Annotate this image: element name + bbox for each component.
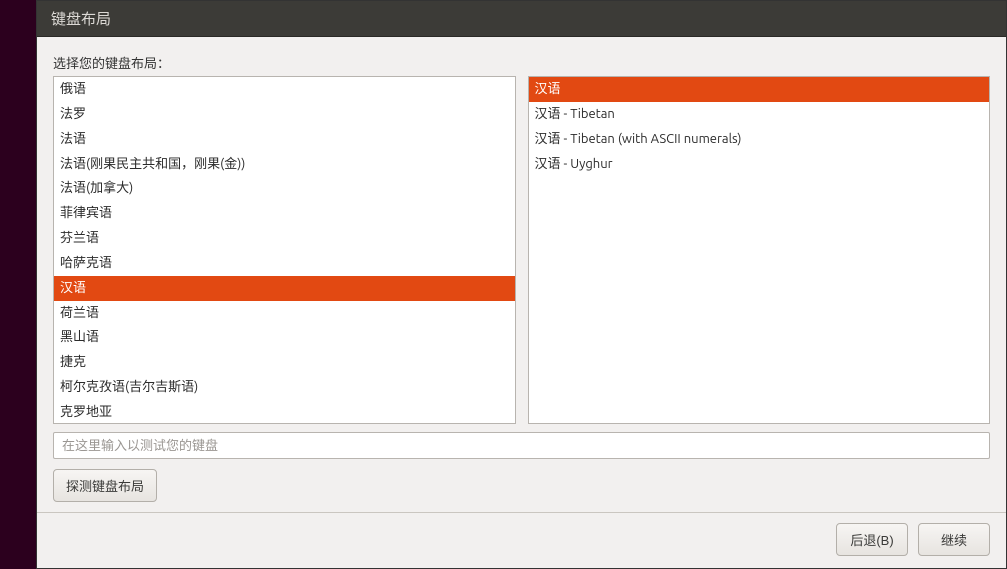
layout-item[interactable]: 荷兰语 [54, 301, 515, 326]
layout-item[interactable]: 克罗地亚 [54, 400, 515, 424]
variant-item[interactable]: 汉语 - Tibetan (with ASCII numerals) [529, 127, 990, 152]
continue-button[interactable]: 继续 [918, 523, 990, 556]
detect-layout-button[interactable]: 探测键盘布局 [53, 469, 157, 502]
layout-item[interactable]: 黑山语 [54, 325, 515, 350]
keyboard-test-input[interactable] [53, 432, 990, 459]
variant-item[interactable]: 汉语 [529, 77, 990, 102]
window-title: 键盘布局 [37, 1, 1006, 37]
layout-item[interactable]: 法罗 [54, 102, 515, 127]
variant-item[interactable]: 汉语 - Tibetan [529, 102, 990, 127]
layout-item[interactable]: 法语(加拿大) [54, 176, 515, 201]
installer-window: 键盘布局 选择您的键盘布局： 俄语法罗法语法语(刚果民主共和国，刚果(金))法语… [36, 0, 1007, 569]
layout-item[interactable]: 法语 [54, 127, 515, 152]
layout-item[interactable]: 法语(刚果民主共和国，刚果(金)) [54, 152, 515, 177]
layout-item[interactable]: 俄语 [54, 77, 515, 102]
layout-item[interactable]: 哈萨克语 [54, 251, 515, 276]
layout-item[interactable]: 捷克 [54, 350, 515, 375]
layout-item[interactable]: 芬兰语 [54, 226, 515, 251]
test-row [53, 432, 990, 459]
prompt-label: 选择您的键盘布局： [53, 53, 990, 72]
layout-panes: 俄语法罗法语法语(刚果民主共和国，刚果(金))法语(加拿大)菲律宾语芬兰语哈萨克… [53, 76, 990, 424]
variant-item[interactable]: 汉语 - Uyghur [529, 152, 990, 177]
layout-item[interactable]: 柯尔克孜语(吉尔吉斯语) [54, 375, 515, 400]
layout-item[interactable]: 菲律宾语 [54, 201, 515, 226]
layout-list[interactable]: 俄语法罗法语法语(刚果民主共和国，刚果(金))法语(加拿大)菲律宾语芬兰语哈萨克… [53, 76, 516, 424]
content-area: 选择您的键盘布局： 俄语法罗法语法语(刚果民主共和国，刚果(金))法语(加拿大)… [37, 37, 1006, 512]
back-button[interactable]: 后退(B) [836, 523, 908, 556]
footer: 后退(B) 继续 [37, 512, 1006, 568]
variant-list[interactable]: 汉语汉语 - Tibetan汉语 - Tibetan (with ASCII n… [528, 76, 991, 424]
layout-item[interactable]: 汉语 [54, 276, 515, 301]
detect-row: 探测键盘布局 [53, 469, 990, 502]
